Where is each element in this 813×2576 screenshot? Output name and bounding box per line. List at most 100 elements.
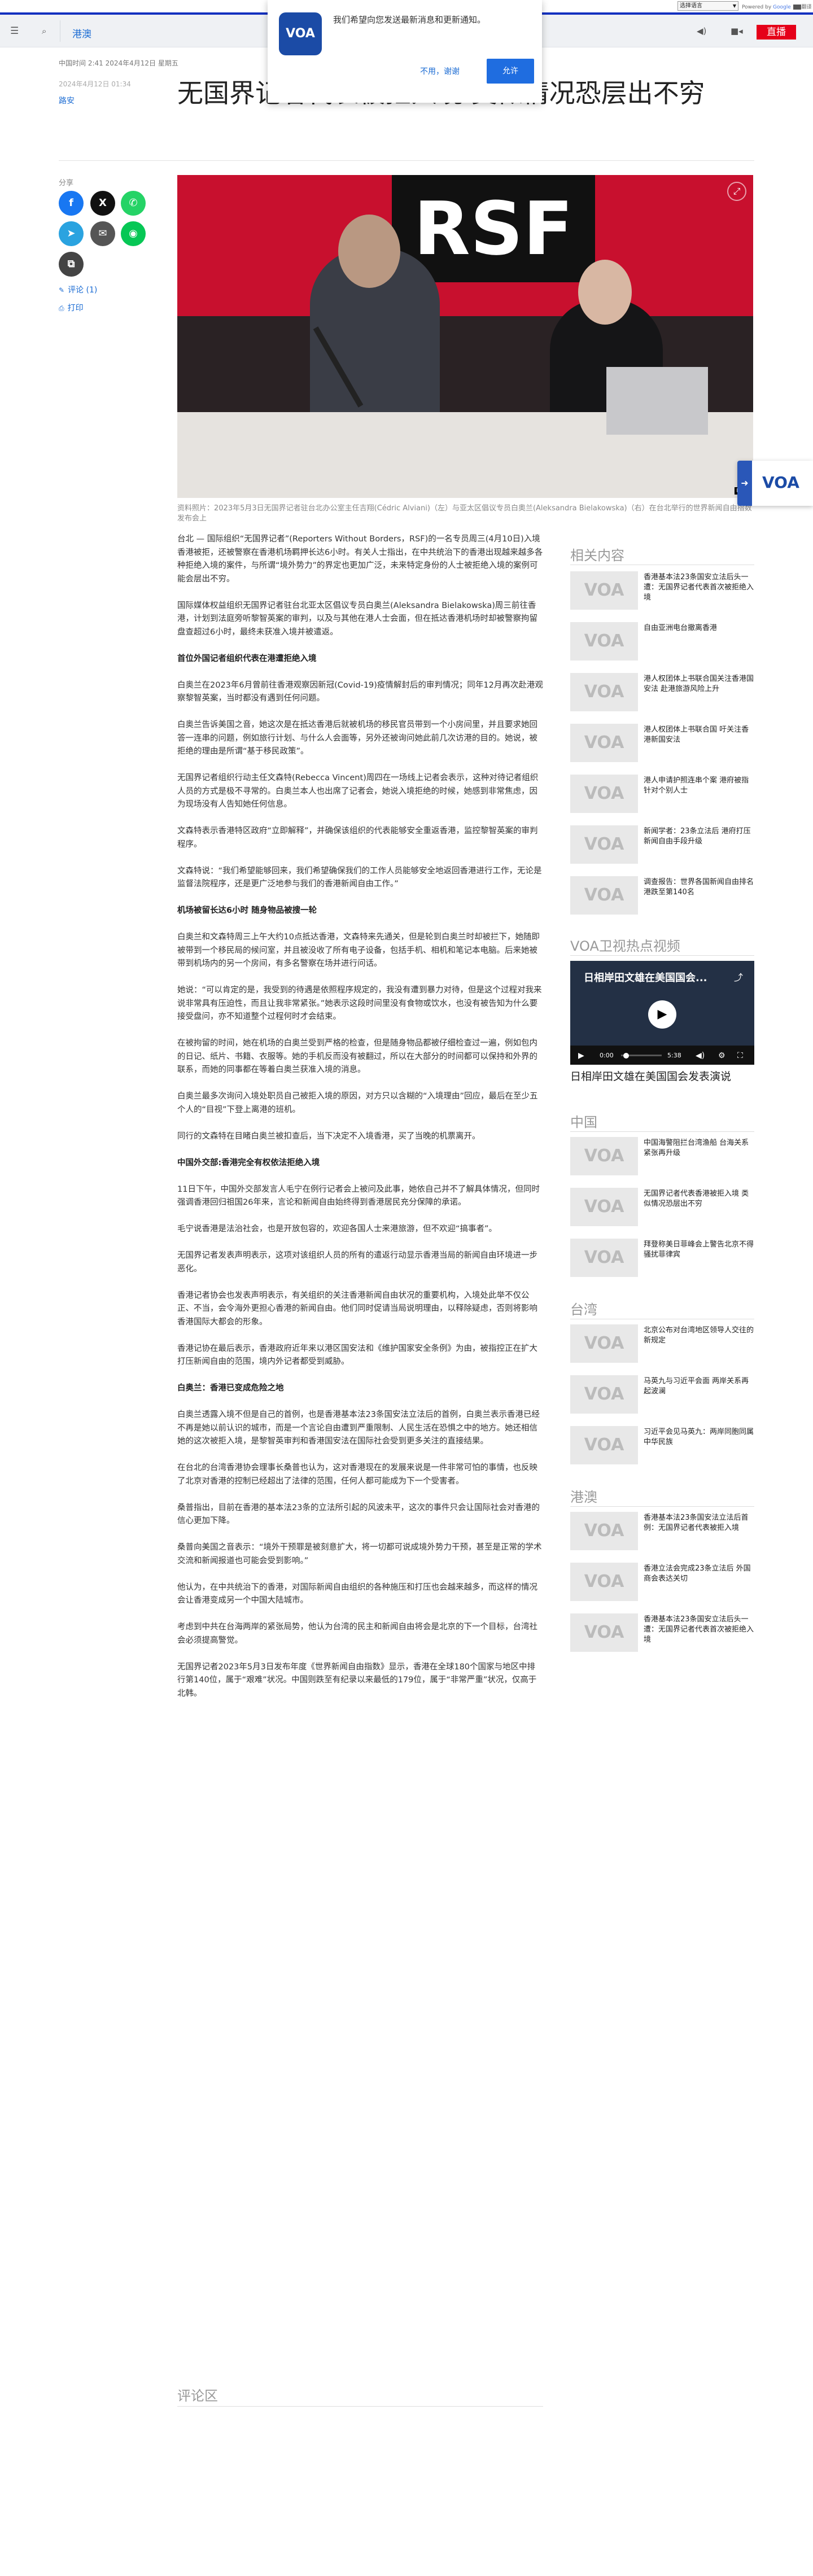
video-camera-icon[interactable]: ■◂ <box>731 27 743 36</box>
body-paragraph: 同行的文森特在目睹白奥兰被扣查后，当下决定不入境香港，买了当晚的机票离开。 <box>177 1131 480 1141</box>
email-share-icon[interactable]: ✉ <box>90 221 115 246</box>
sidebar-story-item[interactable]: VOA 中国海警阻拦台湾渔船 台海关系紧张再升级 <box>570 1137 754 1182</box>
video-current-time: 0:00 <box>600 1052 614 1059</box>
story-thumbnail[interactable]: VOA <box>570 1324 638 1363</box>
story-title[interactable]: 香港基本法23条国安立法后头一遭：无国界记者代表首次被拒绝入境 <box>644 572 754 603</box>
story-thumbnail[interactable]: VOA <box>570 622 638 661</box>
x-share-icon[interactable]: X <box>90 191 115 216</box>
line-share-icon[interactable]: ◉ <box>121 221 146 246</box>
sticky-voa-widget[interactable]: ➜ VOA <box>737 461 813 506</box>
video-title: 日相岸田文雄在美国国会... <box>584 972 707 984</box>
body-paragraph: 无国界记者2023年5月3日发布年度《世界新闻自由指数》显示，香港在全球180个… <box>177 1662 537 1698</box>
story-thumbnail[interactable]: VOA <box>570 876 638 915</box>
share-icon[interactable]: ⤴ <box>734 970 743 983</box>
story-thumbnail[interactable]: VOA <box>570 1426 638 1464</box>
divider <box>570 1506 754 1507</box>
decline-button[interactable]: 不用，谢谢 <box>420 65 460 77</box>
publish-meta: 中国时间 2:41 2024年4月12日 星期五 <box>59 59 178 67</box>
sidebar-story-item[interactable]: VOA 港人权团体上书联合国关注香港国安法 赴港旅游风险上升 <box>570 673 754 718</box>
story-title[interactable]: 调查报告：世界各国新闻自由排名 港跌至第140名 <box>644 877 754 898</box>
body-paragraph: 毛宁说香港是法治社会，也是开放包容的，欢迎各国人士来港旅游，但不欢迎“搞事者”。 <box>177 1224 497 1234</box>
body-paragraph: 在被拘留的时间，她在机场的白奥兰受到严格的检查，但是随身物品都被仔细检查过一遍，… <box>177 1039 537 1074</box>
gear-icon[interactable]: ⚙ <box>718 1051 725 1060</box>
section-link[interactable]: 港澳 <box>72 26 91 40</box>
body-paragraph: 考虑到中共在台海两岸的紧张局势，他认为台湾的民主和新闻自由将会是北京的下一个目标… <box>177 1622 537 1645</box>
story-title[interactable]: 港人权团体上书联合国关注香港国安法 赴港旅游风险上升 <box>644 674 754 694</box>
sidebar-story-item[interactable]: VOA 调查报告：世界各国新闻自由排名 港跌至第140名 <box>570 876 754 921</box>
sidebar-story-item[interactable]: VOA 习近平会见马英九：两岸同胞同属中华民族 <box>570 1426 754 1471</box>
divider <box>570 955 754 956</box>
fullscreen-icon[interactable]: ⛶ <box>737 1051 743 1060</box>
expand-icon[interactable]: ⤢ <box>727 182 746 201</box>
story-thumbnail[interactable]: VOA <box>570 1239 638 1277</box>
sidebar-story-item[interactable]: VOA 香港基本法23条国安立法后头一遭：无国界记者代表首次被拒绝入境 <box>570 1613 754 1659</box>
story-thumbnail[interactable]: VOA <box>570 1563 638 1601</box>
story-title[interactable]: 香港基本法23条国安立法后头一遭：无国界记者代表首次被拒绝入境 <box>644 1615 754 1645</box>
story-thumbnail[interactable]: VOA <box>570 673 638 711</box>
sidebar-story-item[interactable]: VOA 马英九与习近平会面 两岸关系再起波澜 <box>570 1375 754 1420</box>
story-thumbnail[interactable]: VOA <box>570 571 638 610</box>
sidebar-story-item[interactable]: VOA 北京公布对台湾地区领导人交往的新规定 <box>570 1324 754 1370</box>
story-title[interactable]: 中国海警阻拦台湾渔船 台海关系紧张再升级 <box>644 1138 754 1158</box>
sidebar-story-item[interactable]: VOA 港人申请护照连串个案 港府被指针对个别人士 <box>570 775 754 820</box>
live-button[interactable]: 直播 <box>757 25 796 40</box>
language-select[interactable]: 选择语言 ▼ <box>678 1 738 11</box>
story-title[interactable]: 港人权团体上书联合国 吁关注香港新国安法 <box>644 725 754 745</box>
sidebar-story-item[interactable]: VOA 港人权团体上书联合国 吁关注香港新国安法 <box>570 724 754 769</box>
sidebar-story-item[interactable]: VOA 香港基本法23条国安立法后头一遭：无国界记者代表首次被拒绝入境 <box>570 571 754 616</box>
body-subheading: 首位外国记者组织代表在港遭拒绝入境 <box>177 654 317 663</box>
hamburger-icon[interactable]: ☰ <box>10 27 19 36</box>
whatsapp-share-icon[interactable]: ✆ <box>121 191 146 216</box>
story-title[interactable]: 无国界记者代表香港被拒入境 类似情况恐层出不穷 <box>644 1189 754 1209</box>
story-thumbnail[interactable]: VOA <box>570 1188 638 1226</box>
body-paragraph: 白奥兰告诉美国之音，她这次是在抵达香港后就被机场的移民官员带到一个小房间里，并且… <box>177 720 537 756</box>
telegram-share-icon[interactable]: ➤ <box>59 221 84 246</box>
story-thumbnail[interactable]: VOA <box>570 825 638 864</box>
story-thumbnail[interactable]: VOA <box>570 1613 638 1652</box>
facebook-share-icon[interactable]: f <box>59 191 84 216</box>
sidebar-story-item[interactable]: VOA 无国界记者代表香港被拒入境 类似情况恐层出不穷 <box>570 1188 754 1233</box>
search-icon[interactable]: ⌕ <box>42 27 46 36</box>
story-thumbnail[interactable]: VOA <box>570 775 638 813</box>
sidebar-story-item[interactable]: VOA 新闻学者：23条立法后 港府打压新闻自由手段升级 <box>570 825 754 871</box>
story-title[interactable]: 习近平会见马英九：两岸同胞同属中华民族 <box>644 1427 754 1447</box>
story-title[interactable]: 香港立法会完成23条立法后 外国商会表达关切 <box>644 1564 754 1584</box>
speaker-icon[interactable]: ◀) <box>697 27 706 36</box>
sidebar-story-item[interactable]: VOA 拜登称美日菲峰会上警告北京不得骚扰菲律宾 <box>570 1239 754 1284</box>
google-translate-credit[interactable]: Powered by Google 翻译 <box>742 3 812 10</box>
sidebar-story-item[interactable]: VOA 香港基本法23条国安法立法后首例：无国界记者代表被拒入境 <box>570 1512 754 1557</box>
story-title[interactable]: 港人申请护照连串个案 港府被指针对个别人士 <box>644 776 754 796</box>
video-caption[interactable]: 日相岸田文雄在美国国会发表演说 <box>570 1068 754 1083</box>
story-thumbnail[interactable]: VOA <box>570 1137 638 1175</box>
arrow-right-icon[interactable]: ➜ <box>737 461 752 506</box>
sidebar-story-item[interactable]: VOA 自由亚洲电台撤离香港 <box>570 622 754 667</box>
sidebar-story-item[interactable]: VOA 香港立法会完成23条立法后 外国商会表达关切 <box>570 1563 754 1608</box>
play-icon[interactable]: ▶ <box>648 1000 676 1029</box>
story-title[interactable]: 自由亚洲电台撤离香港 <box>644 623 754 633</box>
video-player[interactable]: 日相岸田文雄在美国国会... ⤴ ▶ ▶ 0:00 5:38 ◀) ⚙ ⛶ <box>570 961 754 1065</box>
comments-section-title: 评论区 <box>177 2388 218 2404</box>
story-thumbnail[interactable]: VOA <box>570 1375 638 1414</box>
allow-button[interactable]: 允许 <box>487 59 534 84</box>
story-title[interactable]: 马英九与习近平会面 两岸关系再起波澜 <box>644 1376 754 1397</box>
body-subheading: 中国外交部:香港完全有权依法拒绝入境 <box>177 1158 320 1167</box>
story-thumbnail[interactable]: VOA <box>570 724 638 762</box>
photo-caption: 资料照片：2023年5月3日无国界记者驻台北办公室主任吉翔(Cédric Alv… <box>177 504 752 523</box>
copy-link-icon[interactable]: ⧉ <box>59 252 84 277</box>
video-progress-knob[interactable] <box>623 1053 629 1059</box>
comments-link[interactable]: ✎ 评论 (1) <box>59 284 97 295</box>
china-section-title[interactable]: 中国 <box>570 1111 597 1131</box>
story-title[interactable]: 北京公布对台湾地区领导人交往的新规定 <box>644 1326 754 1346</box>
hk-section-title[interactable]: 港澳 <box>570 1486 597 1506</box>
story-thumbnail[interactable]: VOA <box>570 1512 638 1550</box>
story-title[interactable]: 香港基本法23条国安法立法后首例：无国界记者代表被拒入境 <box>644 1513 754 1533</box>
print-link[interactable]: ⎙ 打印 <box>59 302 84 313</box>
body-paragraph: 在台北的台湾香港协会理事长桑普也认为，这对香港现在的发展来说是一件非常可怕的事情… <box>177 1463 537 1486</box>
play-small-icon[interactable]: ▶ <box>578 1051 584 1060</box>
author-link[interactable]: 路安 <box>59 95 75 106</box>
taiwan-section-title[interactable]: 台湾 <box>570 1298 597 1318</box>
story-title[interactable]: 拜登称美日菲峰会上警告北京不得骚扰菲律宾 <box>644 1240 754 1260</box>
article-body: 台北 — 国际组织“无国界记者”(Reporters Without Borde… <box>177 533 543 1714</box>
story-title[interactable]: 新闻学者：23条立法后 港府打压新闻自由手段升级 <box>644 826 754 847</box>
volume-icon[interactable]: ◀) <box>696 1051 705 1060</box>
